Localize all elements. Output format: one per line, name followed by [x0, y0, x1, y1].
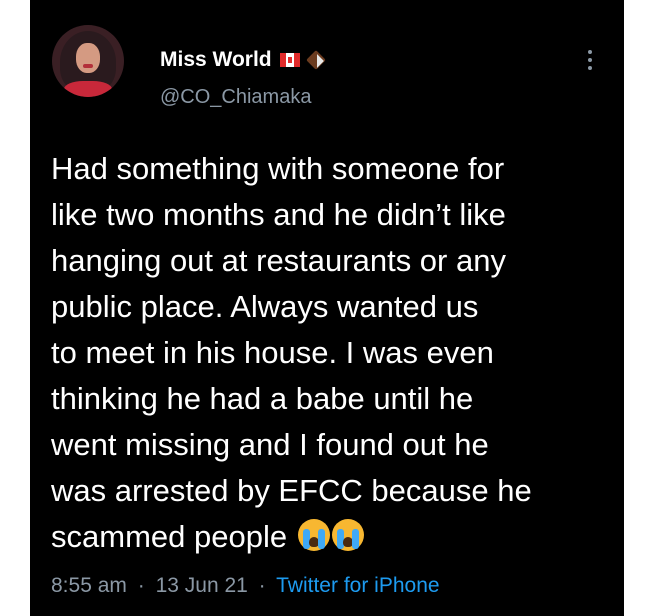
name-row: Miss World [160, 48, 326, 72]
tweet-line: like two months and he didn’t like [51, 197, 506, 232]
display-name[interactable]: Miss World [160, 48, 272, 72]
canada-flag-icon [279, 53, 300, 67]
avatar[interactable] [52, 25, 124, 97]
more-dot [588, 50, 592, 54]
tweet-line: Had something with someone for [51, 151, 505, 186]
loudly-crying-face-icon [297, 519, 330, 551]
tweet-line: was arrested by EFCC because he [51, 473, 532, 508]
tweet-line: to meet in his house. I was even [51, 335, 494, 370]
avatar-lips [83, 64, 93, 68]
avatar-clothing [64, 81, 112, 97]
tweet-line: hanging out at restaurants or any [51, 243, 506, 278]
tweet-text: Had something with someone for like two … [51, 146, 611, 560]
tweet-card: Miss World @CO_Chiamaka Had something wi… [30, 0, 624, 616]
tweet-line: thinking he had a babe until he [51, 381, 474, 416]
meta-separator: · [137, 574, 145, 597]
tweet-date[interactable]: 13 Jun 21 [156, 574, 248, 597]
tweet-time[interactable]: 8:55 am [51, 574, 127, 597]
meta-separator: · [258, 574, 266, 597]
tweet-source-link[interactable]: Twitter for iPhone [276, 574, 439, 597]
tweet-last-line: scammed people [51, 514, 611, 560]
loudly-crying-face-icon [331, 519, 364, 551]
more-dot [588, 58, 592, 62]
chocolate-bar-icon [306, 50, 326, 70]
tweet-meta: 8:55 am · 13 Jun 21 · Twitter for iPhone [51, 574, 440, 598]
user-handle[interactable]: @CO_Chiamaka [160, 86, 311, 109]
avatar-face [76, 43, 100, 73]
tweet-line: public place. Always wanted us [51, 289, 479, 324]
tweet-line: went missing and I found out he [51, 427, 489, 462]
tweet-line-text: scammed people [51, 519, 288, 554]
more-dot [588, 66, 592, 70]
more-options-icon[interactable] [585, 50, 595, 74]
